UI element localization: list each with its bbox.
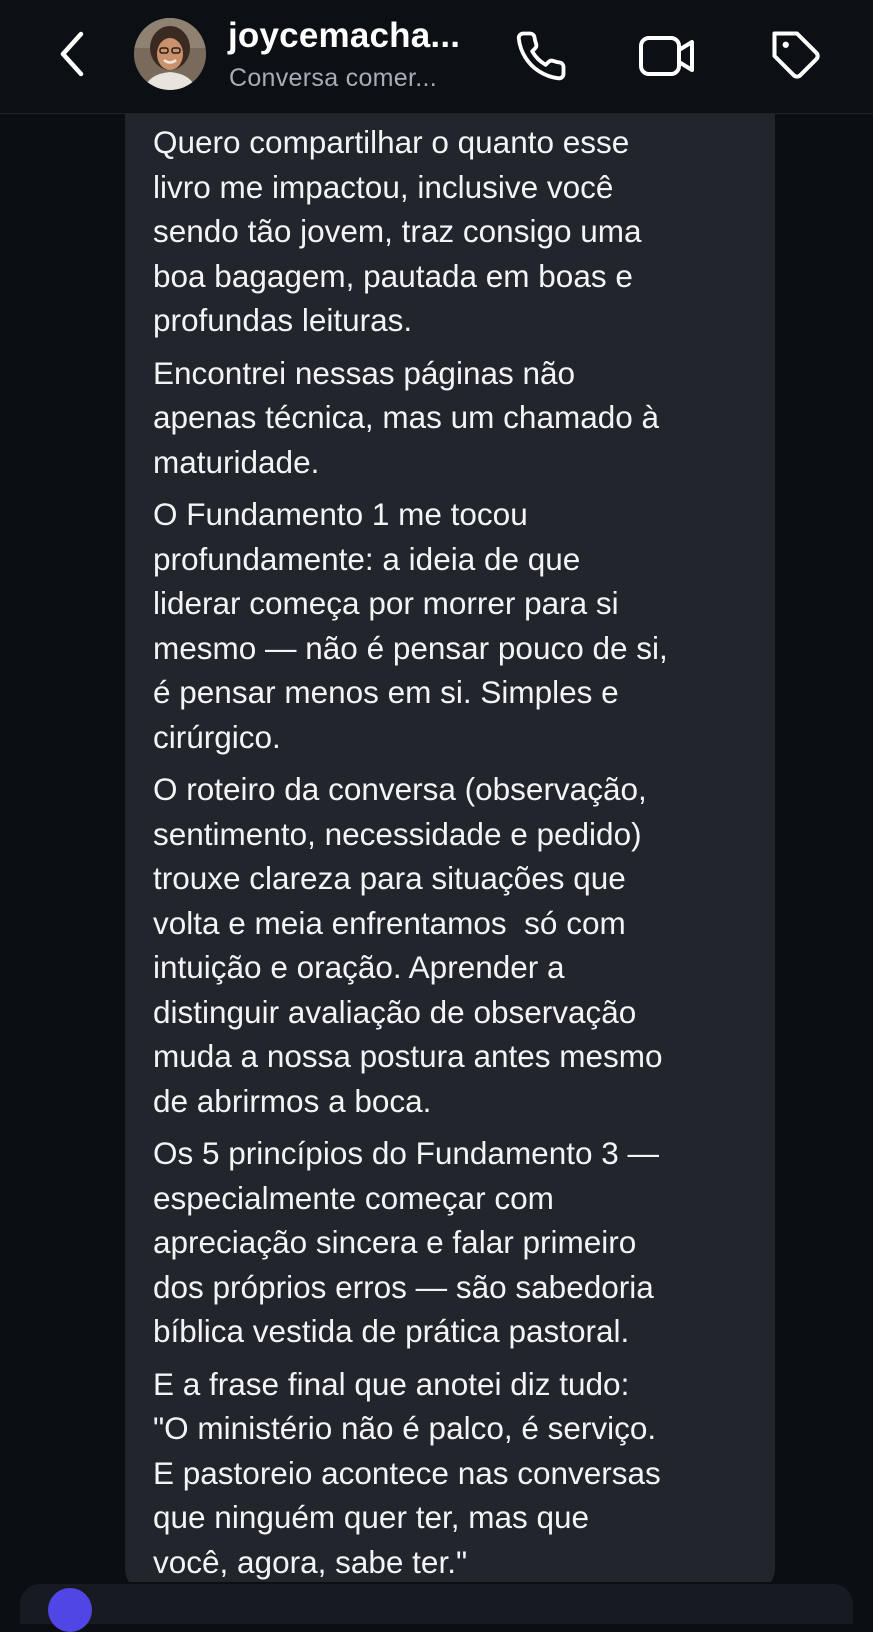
- message-paragraph-2: Encontrei nessas páginas não apenas técn…: [153, 354, 660, 480]
- message-bubble[interactable]: Quero compartilhar o quanto esse livro m…: [125, 114, 775, 1594]
- chevron-left-icon: [60, 31, 84, 77]
- message-paragraph-4: O roteiro da conversa (observação, senti…: [153, 771, 663, 1119]
- tag-icon: [772, 31, 820, 79]
- chat-header: joycemacha... Conversa comer...: [0, 0, 873, 114]
- video-camera-icon: [639, 36, 694, 76]
- voice-call-button[interactable]: [511, 26, 571, 86]
- message-paragraph-3: O Fundamento 1 me tocou profundamente: a…: [153, 496, 668, 755]
- composer-bar[interactable]: [20, 1584, 853, 1624]
- contact-status: Conversa comer...: [229, 64, 437, 92]
- message-paragraph-1: Quero compartilhar o quanto esse livro m…: [153, 124, 642, 338]
- message-paragraph-6: E a frase final que anotei diz tudo: "O …: [153, 1365, 661, 1580]
- contact-name[interactable]: joycemacha...: [228, 16, 460, 56]
- phone-icon: [516, 31, 566, 81]
- video-call-button[interactable]: [637, 26, 697, 86]
- contact-avatar[interactable]: [134, 18, 206, 90]
- tag-button[interactable]: [767, 26, 827, 86]
- back-button[interactable]: [50, 28, 94, 80]
- message-paragraph-5: Os 5 princípios do Fundamento 3 — especi…: [153, 1135, 660, 1349]
- composer-avatar[interactable]: [48, 1588, 92, 1632]
